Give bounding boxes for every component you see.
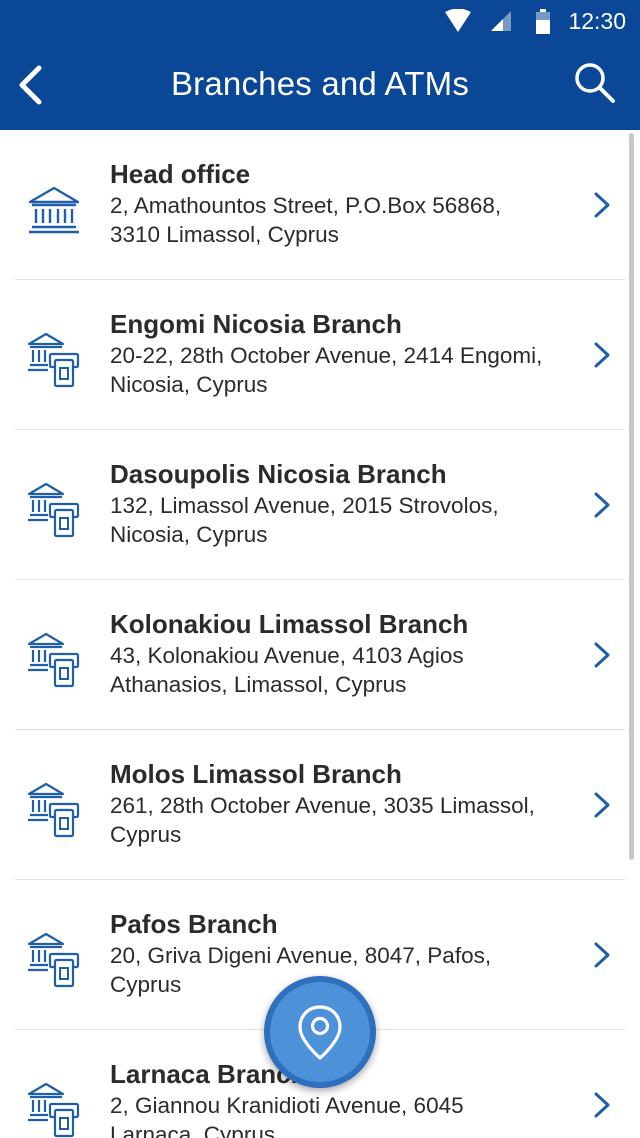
chevron-right-icon [594,792,610,818]
list-item[interactable]: Molos Limassol Branch 261, 28th October … [0,730,640,880]
screen: 12:30 Branches and ATMs Head office 2, A… [0,0,640,1138]
list-item[interactable]: Engomi Nicosia Branch 20-22, 28th Octobe… [0,280,640,430]
branch-name: Pafos Branch [110,909,278,939]
status-time: 12:30 [568,8,626,34]
branch-name: Engomi Nicosia Branch [110,309,402,339]
chevron-right-icon [594,642,610,668]
branch-address: 2, Amathountos Street, P.O.Box 56868, 33… [110,193,502,247]
status-bar: 12:30 [0,0,640,42]
list-item[interactable]: Dasoupolis Nicosia Branch 132, Limassol … [0,430,640,580]
branch-name: Molos Limassol Branch [110,759,402,789]
branch-address: 43, Kolonakiou Avenue, 4103 Agios Athana… [110,643,464,697]
branch-address: 132, Limassol Avenue, 2015 Strovolos, Ni… [110,493,499,547]
bank-atm-icon [27,482,80,538]
list-item[interactable]: Head office 2, Amathountos Street, P.O.B… [0,130,640,280]
chevron-right-icon [594,192,610,218]
branch-address: 261, 28th October Avenue, 3035 Limassol,… [110,793,535,847]
bank-atm-icon [27,632,80,688]
search-icon[interactable] [572,60,618,106]
list-item[interactable]: Kolonakiou Limassol Branch 43, Kolonakio… [0,580,640,730]
cell-signal-icon [491,11,511,31]
map-view-button[interactable] [264,976,376,1088]
chevron-right-icon [594,342,610,368]
branch-name: Kolonakiou Limassol Branch [110,609,469,639]
branch-name: Dasoupolis Nicosia Branch [110,459,447,489]
battery-icon [536,9,550,34]
branch-address: 20-22, 28th October Avenue, 2414 Engomi,… [110,343,543,397]
chevron-right-icon [594,492,610,518]
branch-address: 2, Giannou Kranidioti Avenue, 6045 Larna… [110,1093,464,1138]
chevron-right-icon [594,942,610,968]
map-pin-icon [298,1005,342,1060]
bank-atm-icon [27,932,80,988]
branch-name: Head office [110,159,251,189]
page-title: Branches and ATMs [170,65,470,102]
chevron-right-icon [594,1092,610,1118]
bank-icon [28,186,80,234]
scrollbar[interactable] [629,133,634,860]
bank-atm-icon [27,1082,80,1138]
bank-atm-icon [27,782,80,838]
bank-atm-icon [27,332,80,388]
app-bar: Branches and ATMs [0,42,640,130]
wifi-icon [445,9,471,32]
